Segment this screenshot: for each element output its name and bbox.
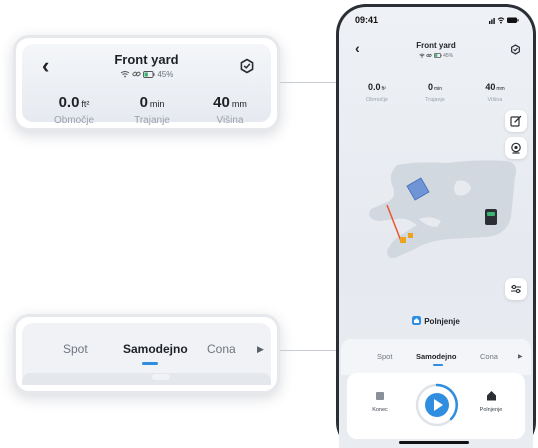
active-tab-indicator — [433, 364, 443, 366]
stat-height-unit: mm — [231, 99, 247, 109]
battery-icon — [433, 53, 442, 58]
stop-label: Konec — [372, 407, 388, 413]
stat-height-value: 40 — [485, 82, 496, 92]
stat-area-unit: ft² — [381, 86, 386, 92]
home-indicator — [399, 441, 469, 444]
wifi-icon — [419, 53, 425, 58]
stat-area-value: 0.0 — [58, 94, 80, 111]
stat-area-label: Območje — [53, 115, 94, 126]
hexagon-settings-icon[interactable] — [239, 58, 255, 74]
control-panel: Konec Polnjenje — [347, 373, 525, 439]
home-icon — [412, 316, 422, 325]
stat-height-label: Višina — [487, 97, 503, 103]
home-label: Polnjenje — [479, 407, 503, 413]
stat-height: 40mm Višina — [475, 77, 515, 103]
tab-scroll-arrow-icon[interactable]: ▶ — [257, 344, 264, 355]
mode-tabs: Spot Samodejno Cona ▶ — [22, 342, 271, 372]
stat-duration-unit: min — [149, 99, 165, 109]
stat-duration-unit: min — [433, 86, 443, 92]
stat-height: 40mm Višina — [190, 94, 270, 126]
battery-percent: 45% — [157, 70, 174, 79]
stat-duration: 0min Trajanje — [415, 77, 455, 103]
stat-area-unit: ft² — [81, 99, 90, 109]
lawn-map[interactable] — [357, 157, 527, 267]
active-tab-indicator — [142, 362, 158, 365]
tab-scroll-arrow-icon[interactable]: ▶ — [518, 353, 523, 360]
battery-percent: 45% — [443, 53, 454, 59]
tab-zone[interactable]: Cona — [480, 352, 498, 361]
camera-button[interactable] — [505, 137, 527, 159]
battery-icon — [143, 71, 155, 78]
home-icon[interactable] — [486, 390, 497, 401]
tab-spot[interactable]: Spot — [377, 352, 392, 361]
path-marker — [400, 237, 406, 243]
edit-icon — [510, 115, 522, 127]
header-callout-panel: ‹ Front yard 45% 0.0 ft² Območje 0 min T… — [22, 44, 271, 126]
sheet-edge — [22, 373, 271, 385]
mode-tabs: Spot Samodejno Cona ▶ — [341, 339, 531, 375]
stat-height-value: 40 — [213, 94, 230, 111]
phone-screen: 09:41 ‹ Front yard 45% 0.0ft² Območje 0m… — [339, 7, 533, 448]
stat-height-unit: mm — [496, 86, 505, 92]
stat-area: 0.0ft² Območje — [357, 77, 397, 103]
tab-zone[interactable]: Cona — [207, 342, 236, 356]
link-icon — [426, 54, 432, 57]
stat-height-label: Višina — [216, 115, 244, 126]
adjust-button[interactable] — [505, 278, 527, 300]
tab-auto[interactable]: Samodejno — [123, 342, 188, 356]
stat-duration-label: Trajanje — [425, 97, 445, 103]
status-time: 09:41 — [355, 15, 379, 25]
stat-area-value: 0.0 — [368, 82, 381, 92]
stop-icon[interactable] — [376, 392, 384, 400]
hexagon-settings-icon[interactable] — [510, 44, 521, 55]
header-callout: ‹ Front yard 45% 0.0 ft² Območje 0 min T… — [13, 35, 280, 131]
stat-duration-value: 0 — [139, 94, 148, 111]
link-icon — [132, 71, 141, 77]
charging-status: Polnjenje — [339, 316, 533, 326]
path-marker — [408, 233, 413, 238]
tab-auto[interactable]: Samodejno — [416, 352, 456, 361]
sliders-icon — [511, 284, 521, 294]
connection-status: 45% — [22, 70, 271, 79]
stat-area-label: Območje — [365, 97, 388, 103]
mower-icon — [485, 209, 497, 225]
tabs-callout: Spot Samodejno Cona ▶ — [13, 314, 280, 394]
connection-status: 45% — [339, 53, 533, 59]
wifi-icon — [120, 71, 129, 78]
stat-duration-label: Trajanje — [134, 115, 170, 126]
edit-map-button[interactable] — [505, 110, 527, 132]
page-title: Front yard — [114, 52, 179, 67]
tab-spot[interactable]: Spot — [63, 342, 88, 356]
status-indicators — [489, 17, 519, 24]
stat-duration: 0min Trajanje — [112, 94, 192, 126]
camera-icon — [511, 142, 521, 154]
phone-frame: 09:41 ‹ Front yard 45% 0.0ft² Območje 0m… — [336, 4, 536, 448]
stat-area: 0.0ft² Območje — [34, 94, 114, 126]
sheet-handle[interactable] — [152, 374, 170, 380]
page-title: Front yard — [416, 41, 456, 50]
play-button[interactable] — [414, 382, 460, 428]
stat-duration-value: 0 — [427, 82, 433, 92]
charging-label: Polnjenje — [424, 317, 460, 326]
